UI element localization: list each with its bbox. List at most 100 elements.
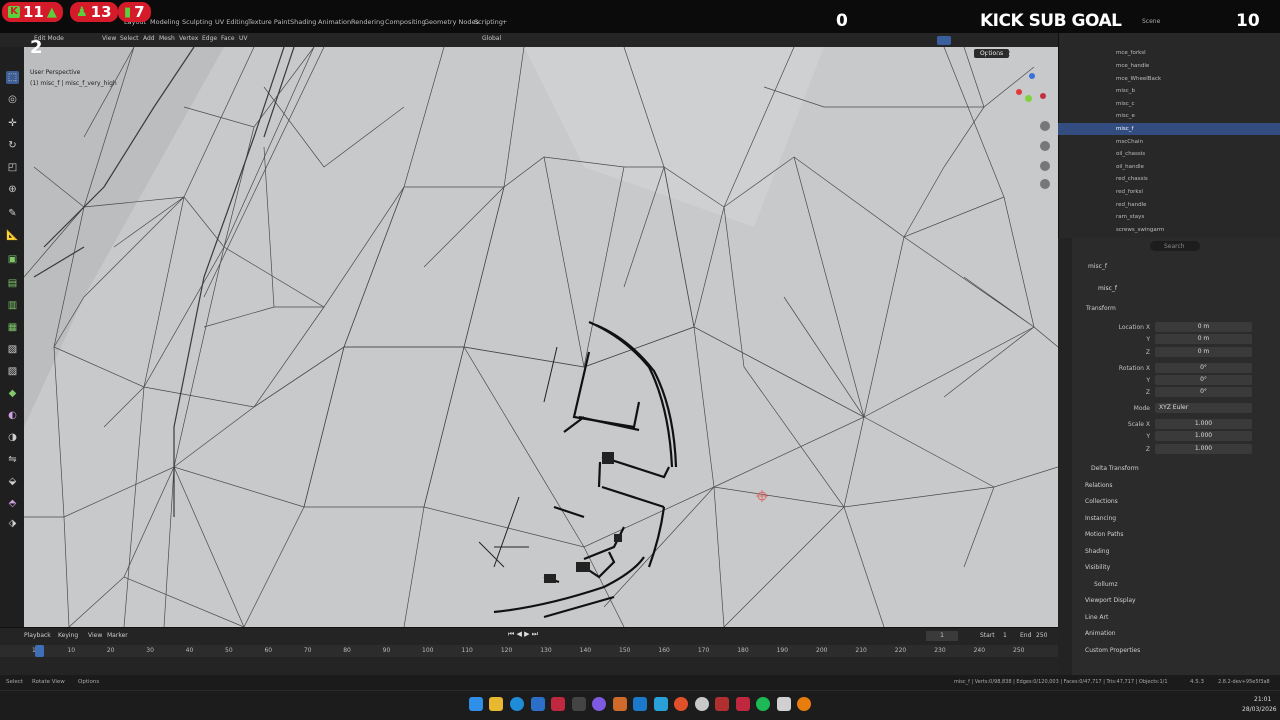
visibility-panel[interactable]: Visibility: [1085, 564, 1110, 571]
zoom-icon[interactable]: [1040, 121, 1050, 131]
playback-controls-icon[interactable]: ⏮ ◀ ▶ ⏭: [508, 630, 538, 639]
menu-face[interactable]: Face: [221, 35, 235, 42]
navigation-gizmo-icon[interactable]: [1016, 73, 1046, 113]
scale-icon[interactable]: ◰: [6, 161, 19, 174]
outliner-item[interactable]: screws_swingarm: [1058, 224, 1280, 236]
tab-sculpting[interactable]: Sculpting: [182, 18, 212, 26]
tab-texture-paint[interactable]: Texture Paint: [248, 18, 290, 26]
transform-orientation-dropdown[interactable]: Global: [482, 35, 501, 42]
current-frame-field[interactable]: 1: [926, 631, 958, 641]
tab-scripting[interactable]: Scripting: [474, 18, 503, 26]
firefox-icon[interactable]: [674, 697, 688, 711]
knife-icon[interactable]: ▨: [6, 365, 19, 378]
end-value[interactable]: 250: [1036, 632, 1047, 639]
pan-hand-icon[interactable]: [1040, 141, 1050, 151]
edge-browser-icon[interactable]: [510, 697, 524, 711]
outliner-item[interactable]: ram_stays: [1058, 211, 1280, 223]
start-value[interactable]: 1: [1003, 632, 1007, 639]
extrude-icon[interactable]: ▤: [6, 277, 19, 290]
file-explorer-icon[interactable]: [489, 697, 503, 711]
transform-panel-header[interactable]: Transform: [1086, 305, 1116, 312]
outliner-item[interactable]: mce_forksl: [1058, 47, 1280, 59]
tab-modeling[interactable]: Modeling: [150, 18, 180, 26]
outliner-item[interactable]: red_forksl: [1058, 186, 1280, 198]
outliner-item[interactable]: oil_chassis: [1058, 148, 1280, 160]
transform-icon[interactable]: ⊕: [6, 183, 19, 196]
outliner-item[interactable]: misc_c: [1058, 98, 1280, 110]
rip-region-icon[interactable]: ⬗: [6, 517, 19, 530]
smooth-icon[interactable]: ◑: [6, 431, 19, 444]
app-icon-blue[interactable]: [633, 697, 647, 711]
outliner-item[interactable]: mce_WheelBack: [1058, 73, 1280, 85]
menu-vertex[interactable]: Vertex: [179, 35, 198, 42]
custom-properties-panel[interactable]: Custom Properties: [1085, 647, 1140, 654]
menu-edge[interactable]: Edge: [202, 35, 217, 42]
outliner-item[interactable]: red_chassis: [1058, 173, 1280, 185]
discord-icon[interactable]: [592, 697, 606, 711]
shear-icon[interactable]: ⬘: [6, 497, 19, 510]
spotify-icon[interactable]: [756, 697, 770, 711]
tab-rendering[interactable]: Rendering: [351, 18, 384, 26]
outliner-item[interactable]: mce_handle: [1058, 60, 1280, 72]
tab-uv-editing[interactable]: UV Editing: [215, 18, 249, 26]
tab-shading[interactable]: Shading: [290, 18, 316, 26]
spin-icon[interactable]: ◐: [6, 409, 19, 422]
camera-icon[interactable]: [1040, 161, 1050, 171]
overlay-toggle-icon[interactable]: [937, 36, 951, 45]
windows-start-icon[interactable]: [469, 697, 483, 711]
instancing-panel[interactable]: Instancing: [1085, 515, 1116, 522]
menu-add[interactable]: Add: [143, 35, 155, 42]
rotation-y-field[interactable]: 0°: [1155, 375, 1252, 385]
app-icon-red[interactable]: [551, 697, 565, 711]
menu-uv[interactable]: UV: [239, 35, 248, 42]
add-cube-icon[interactable]: ▣: [6, 253, 19, 266]
measure-icon[interactable]: 📐: [6, 229, 19, 242]
rotate-icon[interactable]: ↻: [6, 139, 19, 152]
vscode-icon[interactable]: [531, 697, 545, 711]
select-box-icon[interactable]: ⬚: [6, 71, 19, 84]
viewport-display-panel[interactable]: Viewport Display: [1085, 597, 1136, 604]
bevel-icon[interactable]: ▦: [6, 321, 19, 334]
blender-icon[interactable]: [797, 697, 811, 711]
scale-z-field[interactable]: 1.000: [1155, 444, 1252, 454]
tab-animation[interactable]: Animation: [318, 18, 351, 26]
notepad-icon[interactable]: [777, 697, 791, 711]
playback-menu[interactable]: Playback: [24, 632, 51, 639]
app-icon-red2[interactable]: [736, 697, 750, 711]
timeline-view-menu[interactable]: View: [88, 632, 102, 639]
rotation-x-field[interactable]: 0°: [1155, 363, 1252, 373]
add-workspace-button[interactable]: +: [502, 18, 507, 26]
outliner-item[interactable]: oil_handle: [1058, 161, 1280, 173]
menu-mesh[interactable]: Mesh: [159, 35, 175, 42]
tab-geometry-nodes[interactable]: Geometry Nodes: [424, 18, 479, 26]
3d-viewport[interactable]: User Perspective (1) misc_f | misc_f_ver…: [24, 47, 1058, 627]
outliner-item[interactable]: misc_b: [1058, 85, 1280, 97]
grid-toggle-icon[interactable]: [1040, 179, 1050, 189]
object-name-field[interactable]: misc_f: [1098, 285, 1268, 295]
location-z-field[interactable]: 0 m: [1155, 347, 1252, 357]
rotation-z-field[interactable]: 0°: [1155, 387, 1252, 397]
move-icon[interactable]: ✛: [6, 117, 19, 130]
marker-menu[interactable]: Marker: [107, 632, 128, 639]
properties-search[interactable]: Search: [1150, 241, 1200, 251]
menu-select[interactable]: Select: [120, 35, 139, 42]
cursor-icon[interactable]: ◎: [6, 93, 19, 106]
app-icon-orange[interactable]: [613, 697, 627, 711]
location-x-field[interactable]: 0 m: [1155, 322, 1252, 332]
app-icon-light[interactable]: [695, 697, 709, 711]
motion-paths-panel[interactable]: Motion Paths: [1085, 531, 1124, 538]
shading-panel[interactable]: Shading: [1085, 548, 1109, 555]
outliner-item-selected[interactable]: misc_f: [1058, 123, 1280, 135]
edge-slide-icon[interactable]: ⇋: [6, 453, 19, 466]
collections-panel[interactable]: Collections: [1085, 498, 1118, 505]
keying-menu[interactable]: Keying: [58, 632, 78, 639]
outliner-item[interactable]: misc_e: [1058, 110, 1280, 122]
loop-cut-icon[interactable]: ▧: [6, 343, 19, 356]
options-button[interactable]: Options: [974, 49, 1010, 58]
scene-label[interactable]: Scene: [1142, 18, 1160, 25]
outliner-item[interactable]: red_handle: [1058, 199, 1280, 211]
delta-transform-panel[interactable]: Delta Transform: [1091, 465, 1139, 472]
inset-icon[interactable]: ▥: [6, 299, 19, 312]
poly-build-icon[interactable]: ◆: [6, 387, 19, 400]
location-y-field[interactable]: 0 m: [1155, 334, 1252, 344]
